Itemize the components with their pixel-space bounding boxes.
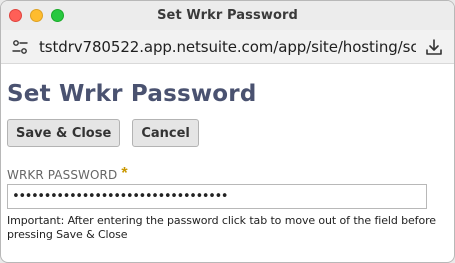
close-window-button[interactable] (9, 9, 22, 22)
url-text[interactable]: tstdrv780522.app.netsuite.com/app/site/h… (39, 38, 416, 56)
minimize-window-button[interactable] (30, 9, 43, 22)
download-icon[interactable] (422, 35, 446, 59)
password-field[interactable] (7, 184, 427, 209)
cancel-button[interactable]: Cancel (132, 119, 199, 147)
zoom-window-button[interactable] (51, 9, 64, 22)
toolbar: Save & Close Cancel (7, 119, 448, 147)
required-marker: * (121, 165, 128, 182)
window-controls (9, 9, 64, 22)
page-title: Set Wrkr Password (7, 81, 257, 107)
window-titlebar: Set Wrkr Password (1, 1, 454, 30)
password-label-row: WRKR PASSWORD * (7, 165, 448, 183)
window-title: Set Wrkr Password (157, 8, 298, 23)
save-close-button[interactable]: Save & Close (7, 119, 121, 147)
site-settings-icon[interactable] (9, 36, 31, 58)
popup-window: Set Wrkr Password tstdrv780522.app.netsu… (0, 0, 455, 263)
password-field-label: WRKR PASSWORD (7, 168, 118, 182)
address-bar: tstdrv780522.app.netsuite.com/app/site/h… (1, 30, 454, 64)
page-content: Set Wrkr Password Save & Close Cancel WR… (1, 81, 454, 242)
help-text: Important: After entering the password c… (7, 214, 436, 241)
